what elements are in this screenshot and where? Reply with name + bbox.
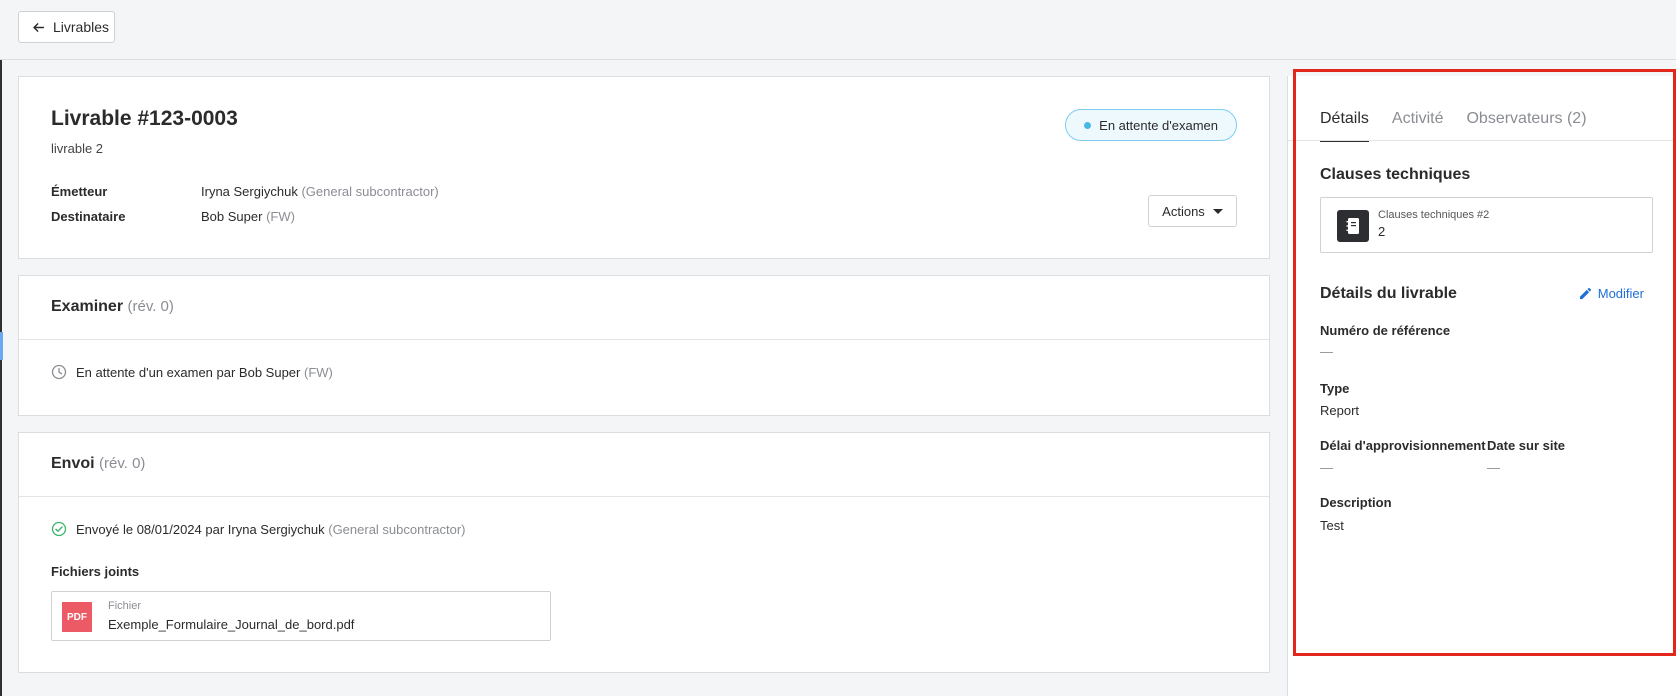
lead-time-value: — [1320,460,1333,475]
tabs-divider [1288,140,1676,141]
lead-time-label: Délai d'approvisionnement [1320,438,1486,453]
description-label: Description [1320,495,1392,510]
actions-label: Actions [1162,203,1205,219]
edit-link-label: Modifier [1597,286,1644,301]
send-status-org: (General subcontractor) [328,521,466,537]
type-value: Report [1320,403,1360,418]
sender-name: Iryna Sergiychuk [201,184,298,199]
send-section-title: Envoi (rév. 0) [51,455,145,473]
status-label: En attente d'examen [1099,117,1218,133]
back-to-deliverables-button[interactable]: Livrables [18,11,115,43]
technical-clauses-heading: Clauses techniques [1320,166,1471,183]
review-pending-row: En attente d'un examen par Bob Super (FW… [51,364,333,380]
clock-icon [51,364,67,380]
description-value: Test [1320,518,1344,533]
send-divider [19,496,1269,497]
caret-down-icon [1212,208,1223,214]
send-revision: (rév. 0) [99,455,146,472]
back-button-label: Livrables [53,19,110,35]
sender-value: Iryna Sergiychuk (General subcontractor) [201,184,439,199]
left-accent-marker [0,332,3,360]
review-divider [19,339,1269,340]
reference-number-label: Numéro de référence [1320,323,1451,338]
recipient-name: Bob Super [201,209,263,224]
check-circle-icon [51,521,67,537]
page-title: Livrable #123-0003 [51,107,238,130]
details-side-panel: Détails Activité Observateurs (2) Clause… [1287,76,1676,696]
pencil-icon [1579,287,1591,300]
tab-details[interactable]: Détails [1320,110,1369,142]
arrow-left-icon [33,22,45,32]
type-label: Type [1320,381,1350,396]
file-name: Exemple_Formulaire_Journal_de_bord.pdf [108,617,355,632]
recipient-value: Bob Super (FW) [201,209,295,224]
reference-number-value: — [1320,344,1333,359]
sender-org: (General subcontractor) [301,184,439,199]
deliverable-subtitle: livrable 2 [51,141,104,156]
send-status-text: Envoyé le 08/01/2024 par Iryna Sergiychu… [76,521,325,537]
panel-tabs: Détails Activité Observateurs (2) [1320,110,1587,142]
site-date-label: Date sur site [1487,438,1566,453]
sender-label: Émetteur [51,184,108,199]
review-section-title: Examiner (rév. 0) [51,298,174,316]
send-section: Envoi (rév. 0) Envoyé le 08/01/2024 par … [18,432,1270,673]
edit-details-link[interactable]: Modifier [1579,286,1644,301]
status-badge: En attente d'examen [1065,109,1237,141]
site-date-value: — [1487,460,1500,475]
clause-number: 2 [1378,224,1386,239]
review-pending-text: En attente d'un examen par Bob Super [76,364,301,380]
technical-clause-card[interactable]: Clauses techniques #2 2 [1320,197,1653,253]
review-revision: (rév. 0) [127,298,174,315]
send-status-row: Envoyé le 08/01/2024 par Iryna Sergiychu… [51,521,466,537]
clause-title: Clauses techniques #2 [1378,209,1490,221]
actions-dropdown-button[interactable]: Actions [1148,195,1237,227]
recipient-label: Destinataire [51,209,126,224]
tab-observers[interactable]: Observateurs (2) [1466,110,1586,142]
top-bar: Livrables [0,0,1676,60]
file-kind-label: Fichier [108,600,142,612]
attached-file-item[interactable]: PDF Fichier Exemple_Formulaire_Journal_d… [51,591,551,641]
recipient-org: (FW) [266,209,295,224]
pdf-file-icon: PDF [62,602,92,632]
deliverable-details-heading: Détails du livrable [1320,285,1457,302]
review-section: Examiner (rév. 0) En attente d'un examen… [18,275,1270,416]
tab-activity[interactable]: Activité [1392,110,1444,142]
status-dot-icon [1084,121,1092,129]
review-pending-org: (FW) [303,364,333,380]
notebook-icon [1337,210,1369,242]
attached-files-label: Fichiers joints [51,564,140,579]
deliverable-header-card: Livrable #123-0003 livrable 2 En attente… [18,76,1270,259]
send-title: Envoi [51,455,95,472]
review-title: Examiner [51,298,124,315]
